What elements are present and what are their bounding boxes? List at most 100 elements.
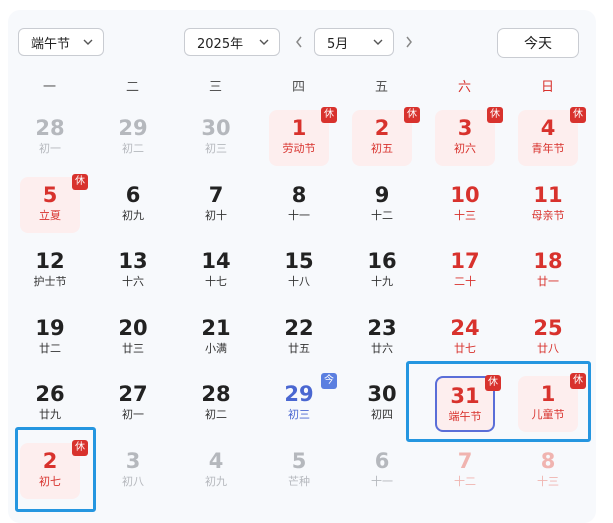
year-select[interactable]: 2025年 — [184, 28, 280, 56]
holiday-badge: 休 — [404, 107, 420, 123]
calendar-day[interactable]: 11 母亲节 — [518, 177, 578, 233]
calendar-day[interactable]: 10 十三 — [435, 177, 495, 233]
lunar-label: 初五 — [371, 142, 393, 155]
day-number: 22 — [284, 315, 314, 340]
day-number: 24 — [450, 315, 480, 340]
calendar-day[interactable]: 23 廿六 — [352, 310, 412, 366]
calendar-day[interactable]: 4 初九 — [186, 443, 246, 499]
lunar-label: 初二 — [122, 142, 144, 155]
calendar-day[interactable]: 8 十一 — [269, 177, 329, 233]
lunar-label: 立夏 — [39, 208, 61, 222]
lunar-label: 十一 — [288, 208, 310, 222]
calendar-day[interactable]: 3 初八 — [103, 443, 163, 499]
chevron-down-icon — [373, 39, 383, 45]
today-button[interactable]: 今天 — [497, 28, 579, 58]
lunar-label: 廿三 — [122, 341, 144, 355]
weekday-label: 五 — [374, 80, 388, 95]
lunar-label: 十三 — [454, 208, 476, 222]
lunar-label: 初二 — [205, 408, 227, 421]
calendar-day[interactable]: 27 初一 — [103, 376, 163, 432]
calendar-day[interactable]: 5 立夏 休 — [20, 173, 88, 233]
day-number: 13 — [118, 249, 148, 273]
calendar-day[interactable]: 6 初九 — [103, 177, 163, 233]
day-number: 2 — [374, 116, 390, 140]
weekday-label: 二 — [125, 80, 139, 95]
lunar-label: 二十 — [454, 275, 476, 288]
calendar-day[interactable]: 25 廿八 — [518, 310, 578, 366]
next-month-icon[interactable] — [402, 34, 416, 50]
day-number: 5 — [42, 182, 58, 207]
day-number: 25 — [533, 315, 563, 340]
calendar-day[interactable]: 19 廿二 — [20, 310, 80, 366]
lunar-label: 十二 — [371, 208, 393, 222]
calendar-day[interactable]: 22 廿五 — [269, 310, 329, 366]
lunar-label: 母亲节 — [531, 208, 565, 222]
calendar-day[interactable]: 30 初三 — [186, 110, 246, 166]
lunar-label: 初九 — [122, 208, 144, 222]
lunar-label: 初八 — [122, 474, 144, 488]
calendar-day[interactable]: 1 劳动节 休 — [269, 107, 337, 166]
lunar-label: 小满 — [205, 341, 227, 355]
calendar-day[interactable]: 4 青年节 休 — [518, 107, 586, 166]
holiday-select[interactable]: 端午节 — [18, 28, 104, 56]
lunar-label: 十七 — [205, 275, 227, 288]
day-number: 3 — [125, 448, 141, 473]
lunar-label: 廿八 — [537, 341, 559, 355]
day-number: 17 — [450, 249, 480, 273]
calendar-day[interactable]: 20 廿三 — [103, 310, 163, 366]
calendar-day[interactable]: 29 初三 今 — [269, 373, 337, 432]
calendar-day[interactable]: 5 芒种 — [269, 443, 329, 499]
day-number: 19 — [35, 315, 65, 340]
calendar-day[interactable]: 18 廿一 — [518, 243, 578, 299]
calendar-day[interactable]: 9 十二 — [352, 177, 412, 233]
lunar-label: 初三 — [288, 408, 310, 421]
day-number: 3 — [457, 116, 473, 140]
day-number: 18 — [533, 249, 563, 273]
day-number: 23 — [367, 315, 397, 340]
calendar-day[interactable]: 3 初六 休 — [435, 107, 503, 166]
lunar-label: 初九 — [205, 474, 227, 488]
day-number: 21 — [201, 315, 231, 340]
calendar-day[interactable]: 8 十三 — [518, 443, 578, 499]
weekday-header: 一二三四五六日 — [8, 76, 596, 96]
calendar-day[interactable]: 7 初十 — [186, 177, 246, 233]
calendar-day[interactable]: 21 小满 — [186, 310, 246, 366]
calendar-day[interactable]: 14 十七 — [186, 243, 246, 299]
calendar-grid: 28 初一 29 初二 30 初三 1 劳动节休 2 初五休 3 初六休 4 青年节休 5 立夏休 6 初九 7 初十… — [8, 100, 596, 520]
day-number: 15 — [284, 249, 314, 273]
weekday-label: 一 — [42, 80, 56, 95]
highlight-box — [15, 427, 96, 512]
day-number: 27 — [118, 382, 148, 406]
calendar-day[interactable]: 28 初二 — [186, 376, 246, 432]
day-number: 4 — [208, 448, 224, 473]
day-number: 30 — [367, 382, 397, 406]
lunar-label: 十六 — [122, 275, 144, 288]
calendar-day[interactable]: 7 十二 — [435, 443, 495, 499]
day-number: 29 — [284, 382, 314, 406]
calendar-day[interactable]: 15 十八 — [269, 243, 329, 299]
calendar-day[interactable]: 29 初二 — [103, 110, 163, 166]
calendar-day[interactable]: 12 护士节 — [20, 243, 80, 299]
calendar-day[interactable]: 6 十一 — [352, 443, 412, 499]
lunar-label: 初一 — [122, 408, 144, 421]
prev-month-icon[interactable] — [292, 34, 306, 50]
month-select[interactable]: 5月 — [314, 28, 394, 56]
calendar-day[interactable]: 28 初一 — [20, 110, 80, 166]
calendar-day[interactable]: 30 初四 — [352, 376, 412, 432]
day-number: 26 — [35, 382, 65, 406]
calendar-day[interactable]: 13 十六 — [103, 243, 163, 299]
holiday-badge: 休 — [72, 173, 88, 190]
calendar-day[interactable]: 17 二十 — [435, 243, 495, 299]
calendar-day[interactable]: 2 初五 休 — [352, 107, 420, 166]
calendar-toolbar: 端午节 2025年 5月 今天 — [18, 28, 580, 58]
day-number: 14 — [201, 249, 231, 273]
calendar-day[interactable]: 16 十九 — [352, 243, 412, 299]
day-number: 29 — [118, 116, 148, 140]
weekday-label: 日 — [540, 80, 554, 95]
calendar-day[interactable]: 26 廿九 — [20, 376, 80, 432]
day-number: 30 — [201, 116, 231, 140]
lunar-label: 初三 — [205, 142, 227, 155]
lunar-label: 廿五 — [288, 341, 310, 355]
calendar-day[interactable]: 24 廿七 — [435, 310, 495, 366]
lunar-label: 十八 — [288, 275, 310, 288]
